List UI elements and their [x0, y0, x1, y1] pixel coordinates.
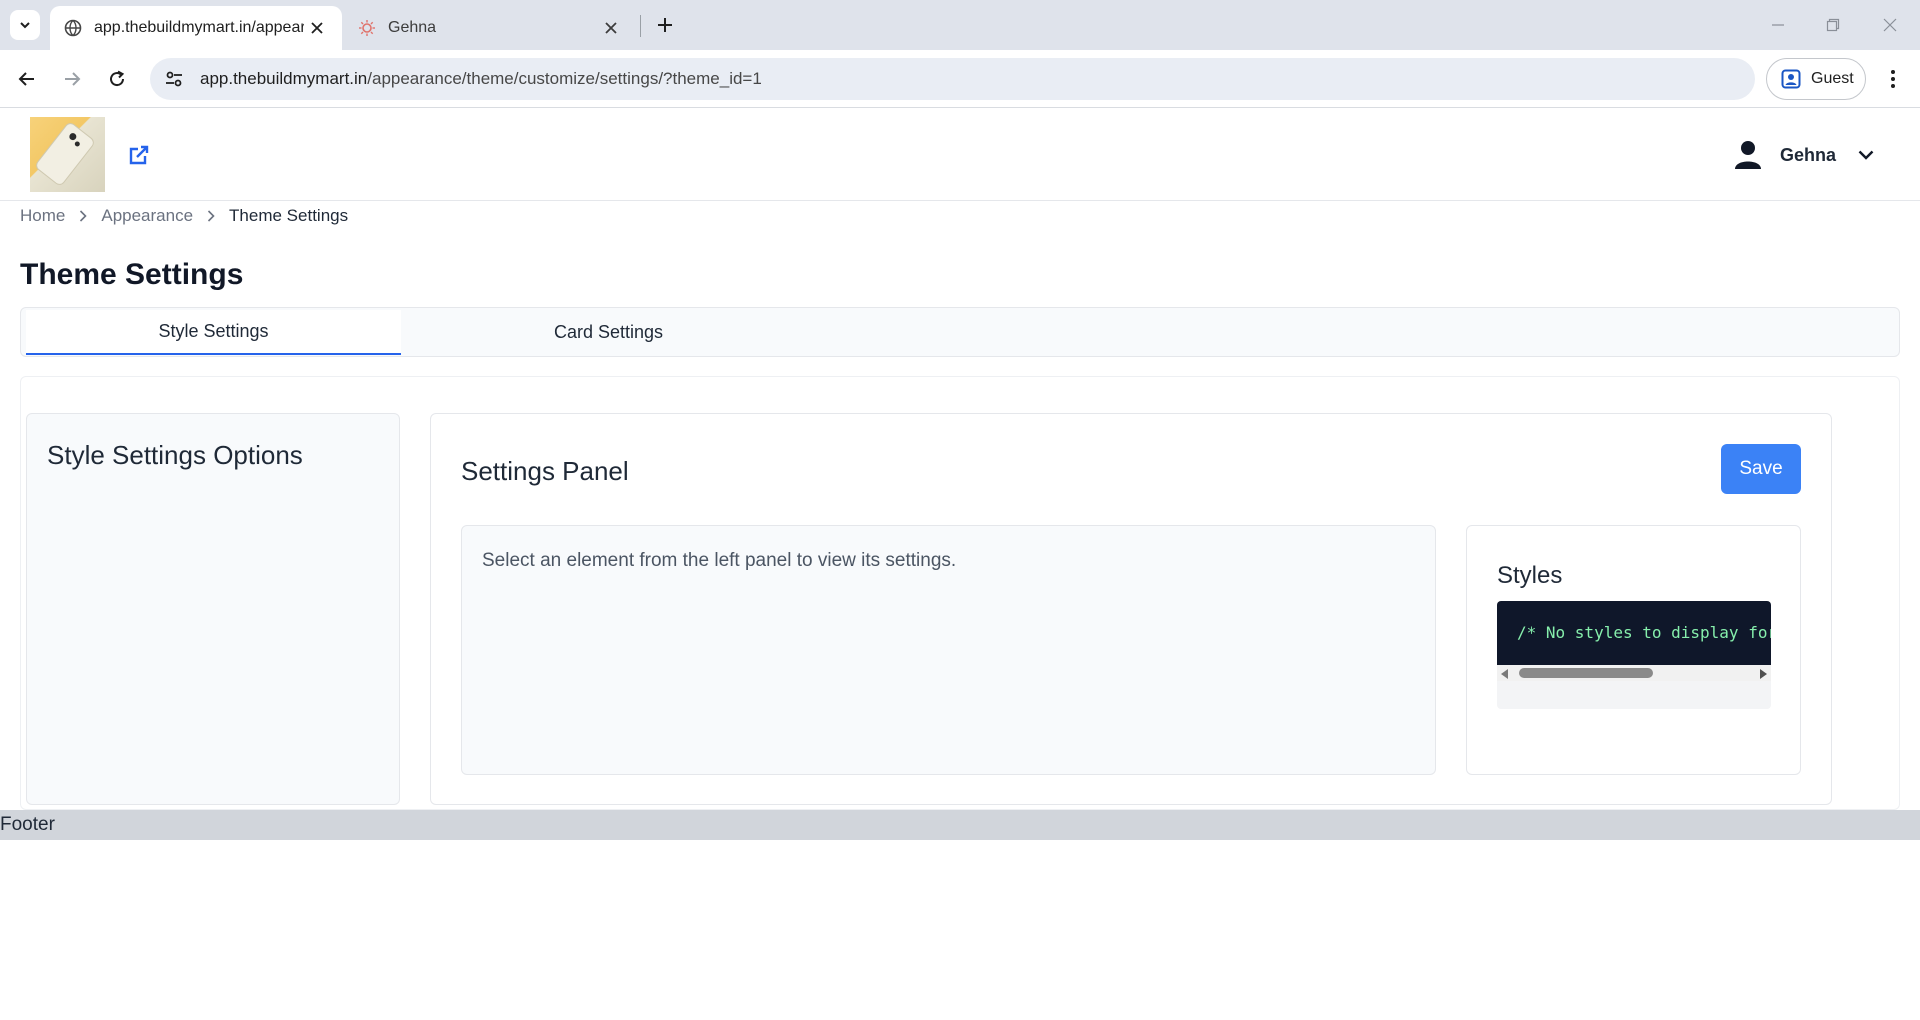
settings-panel: Settings Panel Save Select an element fr… [430, 413, 1832, 805]
minimize-button[interactable] [1758, 10, 1798, 40]
profile-button[interactable]: Guest [1766, 58, 1866, 100]
page-footer: Footer [0, 810, 1920, 840]
reload-icon [110, 70, 125, 87]
tab-style-settings[interactable]: Style Settings [26, 310, 401, 355]
close-icon [1883, 18, 1897, 32]
store-logo[interactable] [30, 117, 105, 192]
restore-button[interactable] [1813, 10, 1853, 40]
close-tab-button[interactable] [600, 17, 622, 39]
empty-settings-message: Select an element from the left panel to… [482, 550, 957, 571]
arrow-left-icon [18, 72, 34, 86]
arrow-right-icon [65, 72, 81, 86]
browser-tabstrip: app.thebuildmymart.in/appearance/theme/c… [0, 0, 1920, 50]
phone-image [33, 120, 97, 188]
close-icon [311, 22, 323, 34]
browser-tab-gehna[interactable]: Gehna [350, 6, 636, 50]
forward-button[interactable] [55, 62, 89, 96]
tab-content: Style Settings Options Settings Panel Sa… [20, 376, 1900, 810]
scroll-right-icon[interactable] [1760, 669, 1767, 679]
profile-label: Guest [1811, 70, 1854, 87]
code-horizontal-scrollbar[interactable] [1497, 665, 1771, 681]
new-tab-button[interactable] [650, 10, 680, 40]
breadcrumb: Home Appearance Theme Settings [20, 204, 348, 228]
browser-tab-active[interactable]: app.thebuildmymart.in/appearance/theme/c… [50, 6, 342, 50]
page-title: Theme Settings [20, 258, 244, 291]
browser-toolbar: app.thebuildmymart.in/appearance/theme/c… [0, 50, 1920, 108]
address-bar[interactable]: app.thebuildmymart.in/appearance/theme/c… [150, 58, 1755, 100]
url-path: /appearance/theme/customize/settings/?th… [367, 69, 762, 88]
style-options-panel: Style Settings Options [26, 413, 400, 805]
chevron-right-icon [207, 210, 215, 222]
tab-search-button[interactable] [10, 10, 40, 40]
styles-code-block: /* No styles to display for this element… [1497, 601, 1771, 665]
plus-icon [658, 18, 672, 32]
chevron-down-icon [20, 22, 30, 29]
scroll-left-icon[interactable] [1501, 669, 1508, 679]
user-name: Gehna [1780, 144, 1837, 165]
reload-button[interactable] [100, 62, 134, 96]
url-host: app.thebuildmymart.in [200, 69, 368, 88]
settings-panel-title: Settings Panel [461, 456, 629, 486]
close-icon [605, 22, 617, 34]
breadcrumb-current: Theme Settings [229, 206, 349, 225]
breadcrumb-home[interactable]: Home [20, 206, 65, 226]
settings-tabs: Style Settings Card Settings [20, 307, 1900, 357]
restore-icon [1826, 18, 1840, 32]
back-button[interactable] [10, 62, 44, 96]
globe-icon [64, 19, 82, 37]
open-store-link[interactable] [126, 142, 152, 168]
url-text: app.thebuildmymart.in/appearance/theme/c… [200, 69, 762, 89]
scrollbar-thumb[interactable] [1519, 668, 1653, 678]
browser-menu-button[interactable] [1876, 62, 1910, 96]
site-info-button[interactable] [154, 58, 194, 100]
styles-code-footer [1497, 681, 1771, 709]
styles-title: Styles [1497, 562, 1563, 589]
close-window-button[interactable] [1870, 10, 1910, 40]
chevron-down-icon [1858, 150, 1874, 160]
save-button[interactable]: Save [1721, 444, 1801, 494]
user-menu[interactable]: Gehna [1734, 138, 1878, 172]
tab-card-settings[interactable]: Card Settings [421, 310, 796, 355]
more-vertical-icon [1891, 70, 1895, 88]
browser-tab-title: Gehna [388, 19, 437, 36]
user-menu-toggle[interactable] [1854, 143, 1878, 167]
close-tab-button[interactable] [306, 17, 328, 39]
breadcrumb-appearance[interactable]: Appearance [101, 206, 193, 226]
guest-profile-icon [1781, 69, 1801, 89]
styles-code: /* No styles to display for this element… [1517, 623, 1771, 642]
sun-favicon-icon [359, 20, 375, 36]
chevron-right-icon [79, 210, 87, 222]
external-link-icon [129, 145, 149, 165]
browser-tab-title: app.thebuildmymart.in/appearance/theme/c… [94, 19, 304, 36]
tune-icon [166, 71, 182, 87]
minimize-icon [1772, 24, 1784, 26]
app-header: Gehna [0, 108, 1920, 201]
style-options-title: Style Settings Options [47, 440, 303, 470]
user-icon [1735, 141, 1761, 169]
tab-separator [640, 15, 641, 37]
styles-preview: Styles /* No styles to display for this … [1466, 525, 1801, 775]
element-settings-area: Select an element from the left panel to… [461, 525, 1436, 775]
